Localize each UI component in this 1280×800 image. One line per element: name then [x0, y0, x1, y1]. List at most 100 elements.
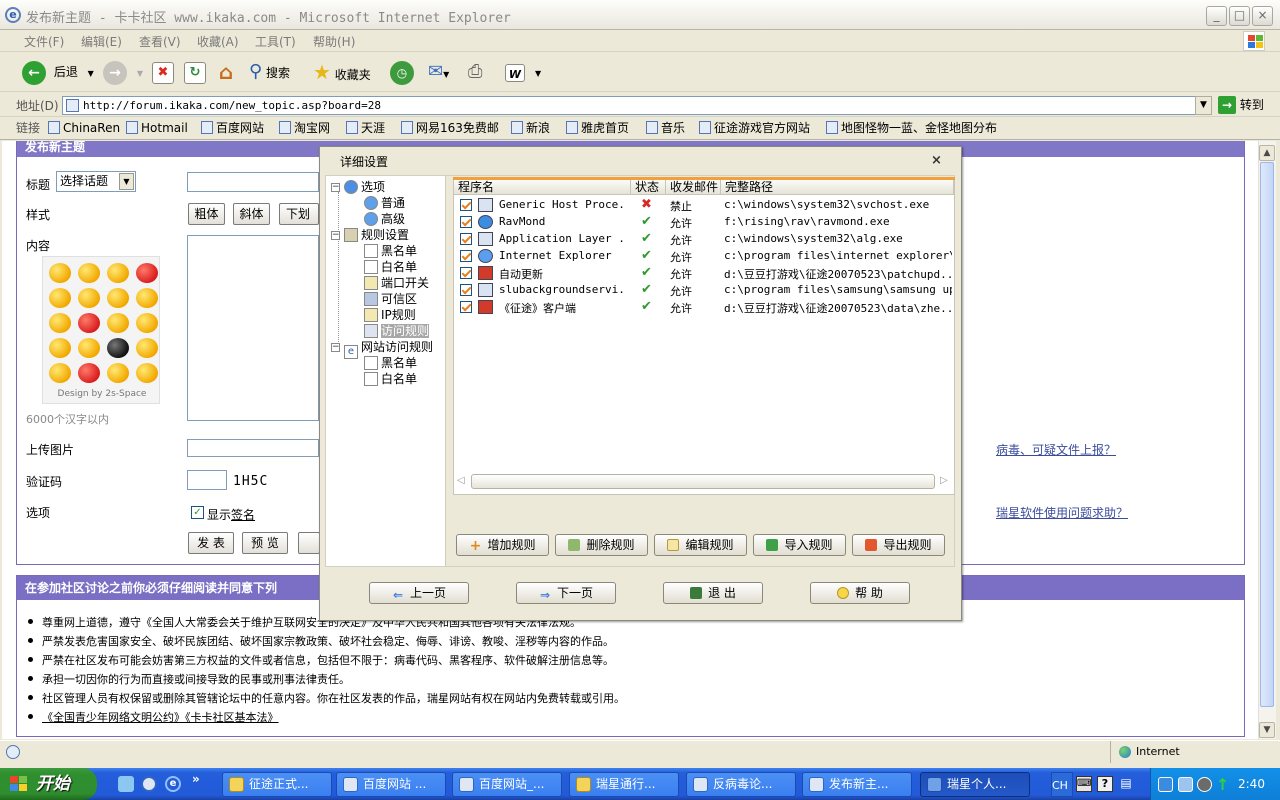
- mail-button[interactable]: ✉▼: [428, 57, 449, 87]
- link-yahoo[interactable]: 雅虎首页: [566, 121, 629, 136]
- emoji-icon[interactable]: [136, 288, 158, 308]
- grid-scroll-thumb[interactable]: [471, 474, 935, 489]
- task-baidu-2[interactable]: 百度网站_...: [452, 772, 562, 797]
- link-map[interactable]: 地图怪物一蓝、金怪地图分布: [826, 121, 997, 136]
- table-row[interactable]: Internet Explorer ✔ 允许 c:\program files\in…: [454, 248, 954, 265]
- home-button[interactable]: ⌂: [215, 57, 237, 87]
- tree-node-normal[interactable]: 普通: [364, 195, 405, 211]
- emoji-icon[interactable]: [49, 288, 71, 308]
- tree-node-blacklist[interactable]: 黑名单: [364, 243, 417, 259]
- emoji-icon[interactable]: [107, 263, 129, 283]
- prev-page-button[interactable]: ⇐ 上一页: [369, 582, 469, 604]
- forward-dropdown-icon[interactable]: ▼: [137, 69, 143, 78]
- link-taobao[interactable]: 淘宝网: [279, 121, 330, 136]
- row-checkbox[interactable]: [460, 267, 472, 279]
- quicklaunch-more-icon[interactable]: »: [192, 772, 200, 786]
- emoji-icon[interactable]: [49, 338, 71, 358]
- menu-view[interactable]: 查看(V): [139, 33, 181, 50]
- window-title-bar[interactable]: e 发布新主题 - 卡卡社区 www.ikaka.com - Microsoft…: [0, 0, 1280, 30]
- emoji-icon[interactable]: [107, 363, 129, 383]
- emoji-icon[interactable]: [49, 363, 71, 383]
- search-button[interactable]: ⚲ 搜索: [249, 57, 290, 87]
- bold-button[interactable]: 粗体: [188, 203, 225, 225]
- underline-button[interactable]: 下划线: [279, 203, 319, 225]
- emoji-icon[interactable]: [136, 313, 158, 333]
- column-header-mail[interactable]: 收发邮件: [666, 180, 721, 195]
- help-link[interactable]: 瑞星软件使用问题求助？: [996, 504, 1128, 521]
- print-button[interactable]: ⎙: [468, 57, 482, 87]
- tree-node-advanced[interactable]: 高级: [364, 211, 405, 227]
- report-virus-link[interactable]: 病毒、可疑文件上报？: [996, 441, 1116, 458]
- help-button[interactable]: 帮 助: [810, 582, 910, 604]
- menu-file[interactable]: 文件(F): [24, 33, 64, 50]
- table-row[interactable]: 自动更新 ✔ 允许 d:\豆豆打游戏\征途20070523\patchupd...: [454, 265, 954, 282]
- title-input[interactable]: [187, 172, 319, 192]
- network-icon[interactable]: [1178, 777, 1193, 792]
- topic-select[interactable]: 选择话题 ▼: [56, 171, 136, 192]
- shield-icon[interactable]: [1158, 777, 1173, 792]
- tree-node-whitelist[interactable]: 白名单: [364, 259, 417, 275]
- tree-node-ip-rules[interactable]: IP规则: [364, 307, 416, 323]
- forward-button[interactable]: → ▼: [103, 57, 143, 87]
- tree-node-options[interactable]: 选项: [344, 179, 385, 195]
- menu-favorites[interactable]: 收藏(A): [197, 33, 239, 50]
- next-page-button[interactable]: ⇒ 下一页: [516, 582, 616, 604]
- preview-button[interactable]: 预 览: [242, 532, 288, 554]
- back-button[interactable]: ← 后退 ▼: [22, 57, 94, 87]
- add-rule-button[interactable]: + 增加规则: [456, 534, 549, 556]
- tree-node-trusted[interactable]: 可信区: [364, 291, 417, 307]
- column-header-status[interactable]: 状态: [631, 180, 666, 195]
- stop-button[interactable]: ✖: [152, 57, 174, 87]
- link-hotmail[interactable]: Hotmail: [126, 121, 188, 136]
- tree-collapse-icon[interactable]: −: [331, 343, 340, 352]
- refresh-button[interactable]: ↻: [184, 57, 206, 87]
- scroll-thumb[interactable]: [1260, 162, 1274, 707]
- task-rising-personal[interactable]: 瑞星个人...: [920, 772, 1030, 797]
- emoji-icon[interactable]: [107, 338, 129, 358]
- emoji-icon[interactable]: [136, 363, 158, 383]
- table-row[interactable]: 《征途》客户端 ✔ 允许 d:\豆豆打游戏\征途20070523\data\zhe.…: [454, 299, 954, 316]
- dialog-close-icon[interactable]: ×: [931, 153, 942, 168]
- exit-button[interactable]: 退 出: [663, 582, 763, 604]
- volume-icon[interactable]: [1197, 777, 1212, 792]
- task-baidu-1[interactable]: 百度网站 ...: [336, 772, 446, 797]
- emoji-icon[interactable]: [107, 288, 129, 308]
- dialog-title-bar[interactable]: [320, 147, 961, 174]
- table-row[interactable]: slubackgroundservi... ✔ 允许 c:\program file…: [454, 282, 954, 299]
- minimize-button[interactable]: _: [1206, 6, 1227, 26]
- italic-button[interactable]: 斜体: [233, 203, 270, 225]
- menu-tools[interactable]: 工具(T): [255, 33, 296, 50]
- start-button[interactable]: 开始: [0, 768, 97, 800]
- emoji-icon[interactable]: [107, 313, 129, 333]
- tree-node-rules[interactable]: 规则设置: [344, 227, 409, 243]
- emoji-icon[interactable]: [49, 263, 71, 283]
- scroll-down-icon[interactable]: ▼: [1259, 722, 1275, 738]
- table-row[interactable]: Generic Host Proce... ✖ 禁止 c:\windows\syst…: [454, 197, 954, 214]
- task-antivirus-forum[interactable]: 反病毒论...: [686, 772, 796, 797]
- emoji-icon[interactable]: [78, 288, 100, 308]
- menu-edit[interactable]: 编辑(E): [81, 33, 122, 50]
- link-chinaren[interactable]: ChinaRen: [48, 121, 120, 136]
- tree-node-web-whitelist[interactable]: 白名单: [364, 371, 417, 387]
- task-new-topic[interactable]: 发布新主...: [802, 772, 912, 797]
- publish-button[interactable]: 发 表: [188, 532, 234, 554]
- tree-node-web-blacklist[interactable]: 黑名单: [364, 355, 417, 371]
- task-rising-pass[interactable]: 瑞星通行...: [569, 772, 679, 797]
- rule-item[interactable]: 《全国青少年网络文明公约》《卡卡社区基本法》: [28, 709, 279, 725]
- captcha-input[interactable]: [187, 470, 227, 490]
- favorites-button[interactable]: ★ 收藏夹: [313, 57, 371, 87]
- ime-menu-icon[interactable]: ▤: [1118, 776, 1134, 792]
- emoji-icon[interactable]: [78, 338, 100, 358]
- media-player-icon[interactable]: [141, 776, 157, 792]
- ime-indicator[interactable]: CH: [1051, 772, 1073, 797]
- edit-rule-button[interactable]: 编辑规则: [654, 534, 747, 556]
- show-sign-checkbox[interactable]: ✓: [191, 506, 204, 519]
- export-rule-button[interactable]: 导出规则: [852, 534, 945, 556]
- scroll-left-icon[interactable]: ◁: [457, 475, 465, 486]
- emoji-icon[interactable]: [78, 313, 100, 333]
- link-baidu[interactable]: 百度网站: [201, 121, 264, 136]
- row-checkbox[interactable]: [460, 284, 472, 296]
- emoji-icon[interactable]: [49, 313, 71, 333]
- column-header-name[interactable]: 程序名: [454, 180, 631, 195]
- show-desktop-icon[interactable]: [118, 776, 134, 792]
